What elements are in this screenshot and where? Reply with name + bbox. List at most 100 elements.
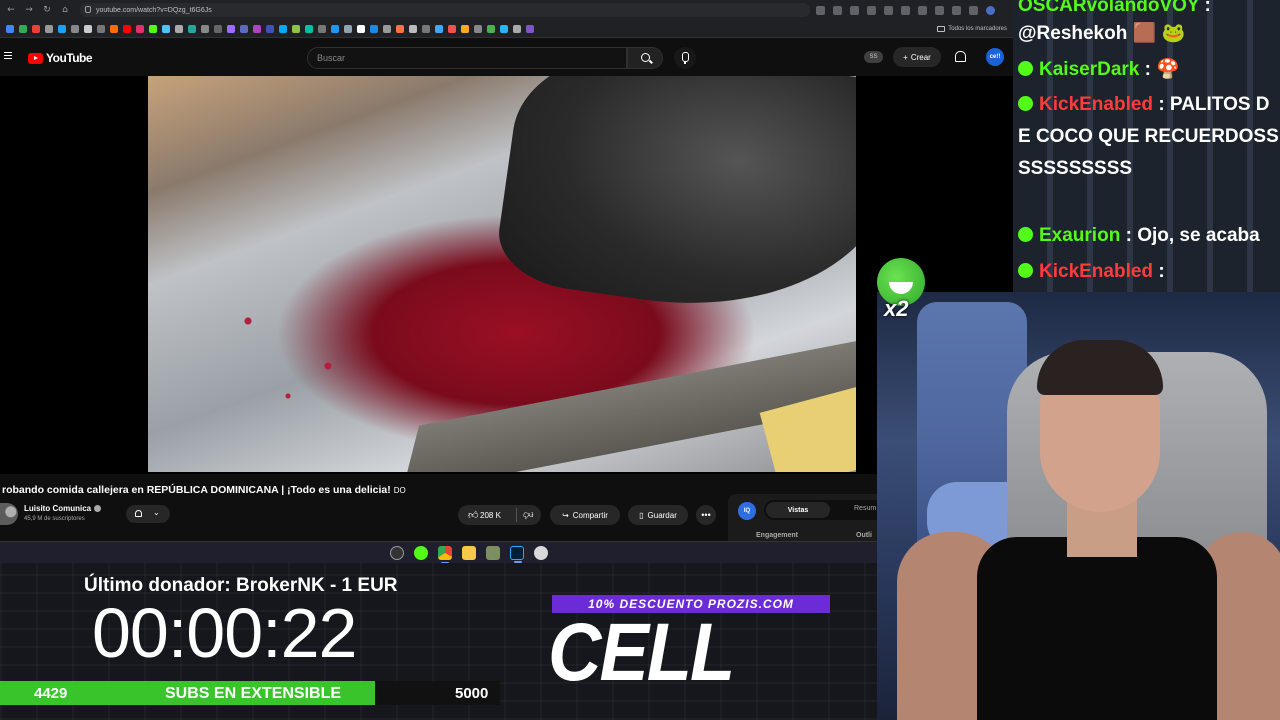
account-avatar[interactable]: ce!! [986,48,1004,66]
all-bookmarks-folder[interactable]: Todos los marcadores [937,25,1007,32]
bookmark-icon[interactable] [435,24,443,33]
menu-icon[interactable] [4,52,12,60]
site-info-icon[interactable] [85,6,91,13]
bookmark-icon[interactable] [409,24,417,33]
create-button[interactable]: + Crear [893,47,941,67]
bookmark-icon[interactable] [279,24,287,33]
bookmark-icon[interactable] [370,24,378,33]
bookmark-icon[interactable] [253,24,261,33]
bookmark-icon[interactable] [526,24,534,33]
bookmark-icon[interactable] [175,24,183,33]
tab-resumen[interactable]: Resum [854,505,876,512]
bookmark-icon[interactable] [331,24,339,33]
bookmark-icon[interactable] [136,24,144,33]
kick-app-icon[interactable] [413,545,428,560]
video-player[interactable] [0,76,1013,474]
bookmark-icon[interactable] [240,24,248,33]
bookmark-icon[interactable] [214,24,222,33]
bookmark-icon[interactable] [188,24,196,33]
back-icon[interactable]: ← [4,3,18,17]
cast-icon[interactable] [833,5,842,15]
bookmark-icon[interactable] [6,24,14,33]
share-page-icon[interactable] [850,5,859,15]
address-bar[interactable]: youtube.com/watch?v=DQzg_t6G6Js [80,3,810,17]
bookmark-icon[interactable] [201,24,209,33]
search-input[interactable]: Buscar [307,47,627,69]
game-launcher-icon[interactable] [485,545,500,560]
bookmark-icon[interactable] [422,24,430,33]
bookmark-icon[interactable] [396,24,404,33]
app-icon[interactable] [533,545,548,560]
bookmark-icon[interactable] [487,24,495,33]
forward-icon[interactable]: → [22,3,36,17]
bookmark-icon[interactable] [97,24,105,33]
bookmark-icon[interactable] [318,24,326,33]
bookmark-icon[interactable] [149,24,157,33]
youtube-logo[interactable]: YouTube [28,51,93,65]
search-button[interactable] [627,47,663,69]
voice-search-button[interactable] [674,47,696,69]
zoom-icon[interactable] [816,5,825,15]
tab-vistas[interactable]: Vistas [766,502,830,518]
video-title-suffix: DO [393,486,406,495]
profile-icon[interactable] [986,5,995,15]
like-icon[interactable]: 👍︎ [468,509,478,521]
chat-username: OSCARvolandoVOY [1018,0,1200,16]
bookmark-icon[interactable] [58,24,66,33]
bookmark-icon[interactable] [513,24,521,33]
bookmark-icon[interactable] [500,24,508,33]
notifications-bell-icon[interactable] [955,51,966,62]
extension-icon[interactable] [901,5,910,15]
extension-logo[interactable]: IQ [738,502,756,520]
video-frame[interactable] [148,76,856,472]
ss-badge[interactable]: SS [864,51,883,63]
media-control-icon[interactable] [952,5,961,15]
bookmark-icon[interactable] [344,24,352,33]
bookmark-icon[interactable] [162,24,170,33]
bookmark-icon[interactable] [448,24,456,33]
webcam-feed [877,292,1280,720]
bookmark-icon[interactable] [71,24,79,33]
chat-message: Exaurion : Ojo, se acaba [1018,220,1280,252]
more-actions-button[interactable]: ••• [696,505,716,525]
extension-icon[interactable] [918,5,927,15]
bookmark-icon[interactable] [19,24,27,33]
sidebar-icon[interactable] [969,5,978,15]
engagement-label: Engagement [756,532,799,539]
folder-icon [937,25,946,32]
bookmark-icon[interactable] [110,24,118,33]
bookmark-icon[interactable] [357,24,365,33]
save-icon: ▯ [639,510,644,520]
photoshop-icon[interactable] [509,545,524,563]
obs-icon[interactable] [389,545,404,560]
bookmark-icon[interactable] [227,24,235,33]
bookmark-icon[interactable] [123,24,131,33]
reload-icon[interactable]: ↻ [40,3,54,17]
chat-text: : Ojo, se acaba [1125,225,1260,246]
file-explorer-icon[interactable] [461,545,476,560]
chat-message: KaiserDark : 🍄 [1018,54,1280,86]
search-icon [641,53,650,62]
save-button[interactable]: ▯ Guardar [628,505,688,525]
bookmark-icon[interactable] [474,24,482,33]
dislike-icon[interactable]: 👍︎ [523,509,533,521]
bookmark-icon[interactable] [383,24,391,33]
channel-name[interactable]: Luisito Comunica [24,504,102,513]
bookmark-icon[interactable] [461,24,469,33]
bookmark-icon[interactable] [84,24,92,33]
channel-avatar[interactable] [0,503,18,525]
bookmark-icon[interactable] [305,24,313,33]
bookmark-icon[interactable] [32,24,40,33]
chat-text: : [1158,261,1165,282]
subscribed-notifications-button[interactable]: ⌄ [126,505,170,523]
extension-icon[interactable] [884,5,893,15]
bookmark-icon[interactable] [45,24,53,33]
share-button[interactable]: ↪ Compartir [550,505,620,525]
like-count[interactable]: 208 K [480,511,501,520]
bookmark-star-icon[interactable] [867,5,876,15]
bookmark-icon[interactable] [292,24,300,33]
chrome-icon[interactable] [437,545,452,564]
home-icon[interactable]: ⌂ [58,3,72,17]
bookmark-icon[interactable] [266,24,274,33]
extensions-puzzle-icon[interactable] [935,5,944,15]
